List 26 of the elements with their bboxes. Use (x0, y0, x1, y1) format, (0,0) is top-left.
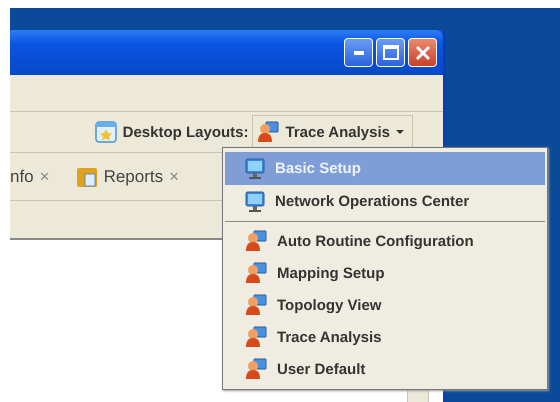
layout-dropdown[interactable]: Trace Analysis (252, 115, 413, 149)
menu-item[interactable]: User Default (225, 353, 545, 385)
user-monitor-icon (245, 262, 267, 284)
folder-document-icon (76, 166, 98, 188)
menu-item[interactable]: Topology View (225, 289, 545, 321)
user-monitor-icon (257, 121, 280, 143)
user-monitor-icon (245, 326, 267, 348)
monitor-icon (245, 190, 265, 212)
menu-item[interactable]: Network Operations Center (225, 185, 545, 218)
menu-item[interactable]: Trace Analysis (225, 321, 545, 353)
tab[interactable]: Reports × (76, 166, 180, 188)
user-monitor-icon (245, 358, 267, 380)
close-icon (414, 44, 430, 60)
monitor-icon (245, 158, 265, 180)
menu-item[interactable]: Mapping Setup (225, 257, 545, 289)
menu-item[interactable]: Auto Routine Configuration (225, 225, 545, 257)
minimize-button[interactable] (344, 38, 373, 67)
close-button[interactable] (408, 38, 437, 67)
maximize-button[interactable] (376, 38, 405, 67)
user-monitor-icon (245, 294, 267, 316)
tab[interactable]: nfo × (10, 166, 50, 186)
maximize-icon (382, 45, 398, 60)
user-monitor-icon (245, 230, 267, 252)
caret-icon (396, 130, 404, 134)
desktop-layouts-label: Desktop Layouts: (122, 124, 248, 140)
minimize-icon (354, 50, 364, 54)
